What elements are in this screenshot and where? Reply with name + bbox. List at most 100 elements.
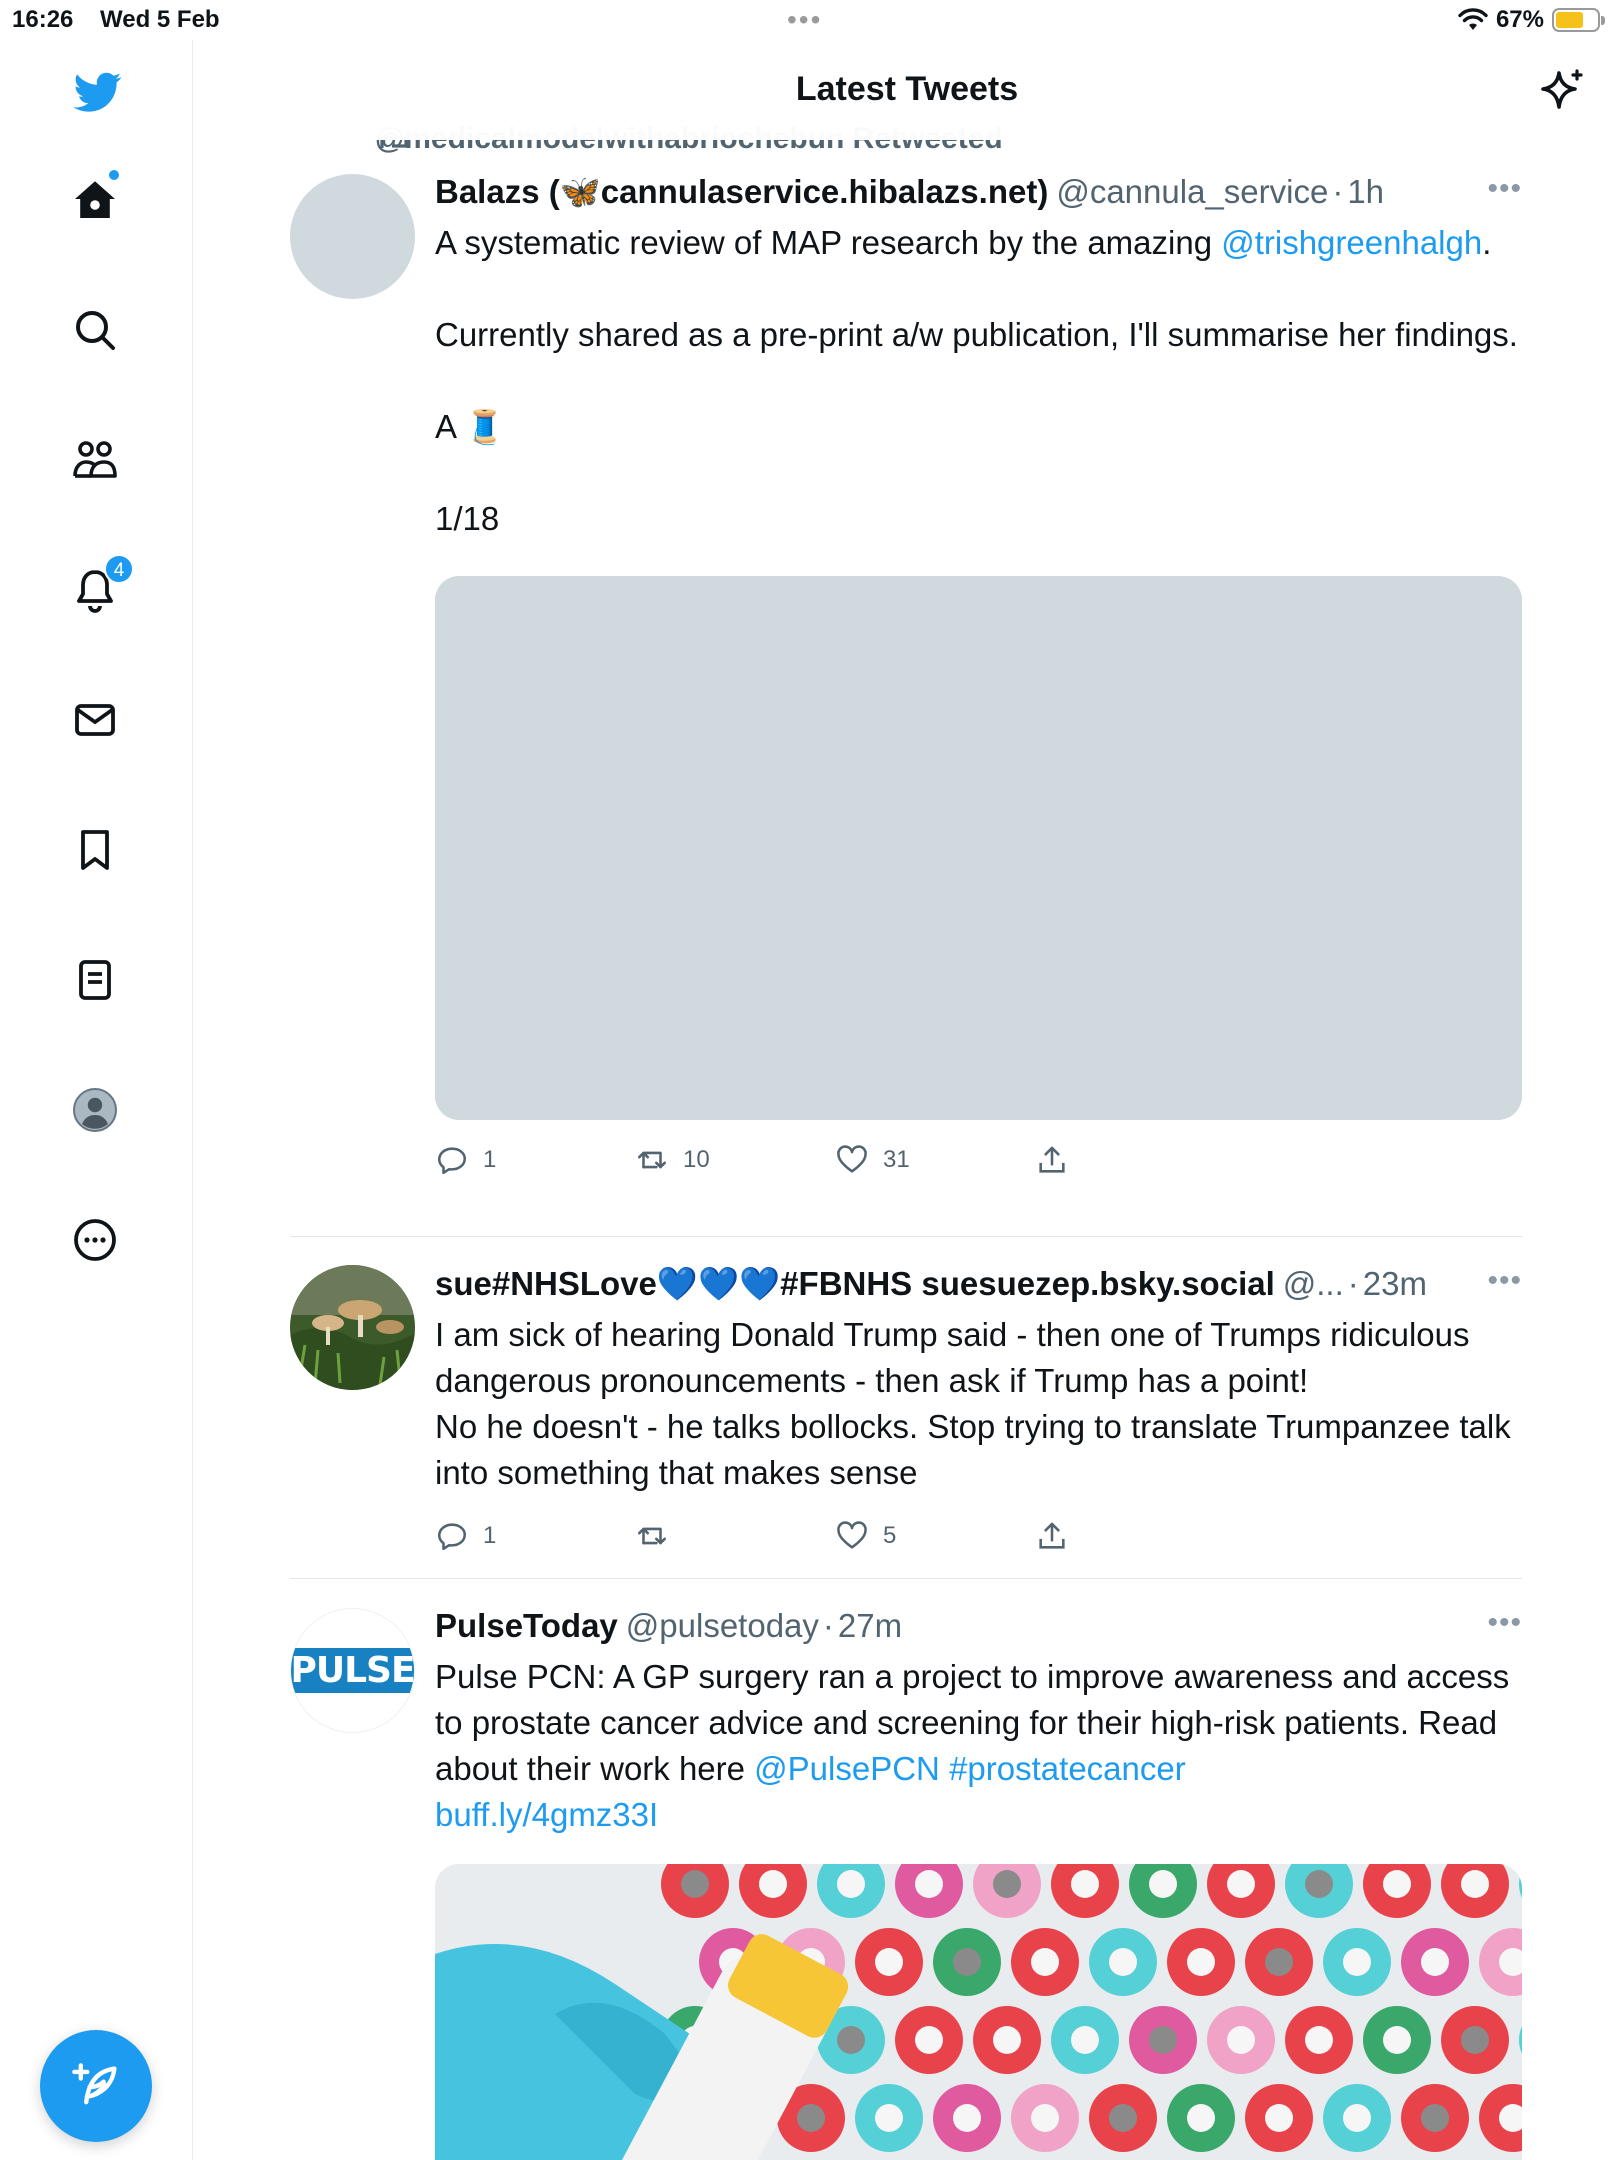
sidebar-item-profile[interactable]: [55, 1070, 135, 1150]
tweet-time[interactable]: 1h: [1347, 170, 1384, 214]
author-name[interactable]: sue#NHSLove💙💙💙#FBNHS suesuezep.bsky.soci…: [435, 1262, 1275, 1306]
twitter-logo-icon[interactable]: [58, 52, 138, 132]
status-date: Wed 5 Feb: [100, 6, 220, 33]
timeline-switch-button[interactable]: [1534, 62, 1592, 120]
compose-icon: [72, 2063, 117, 2105]
tweet-time[interactable]: 23m: [1363, 1262, 1427, 1306]
retweet-icon: [637, 1527, 667, 1545]
author-handle[interactable]: @...: [1283, 1262, 1344, 1306]
more-circle-icon: [74, 1219, 116, 1261]
heart-icon: [837, 1145, 867, 1173]
tube-opening: [1265, 1948, 1293, 1976]
tweet-text: I am sick of hearing Donald Trump said -…: [435, 1316, 1511, 1491]
sidebar-item-home[interactable]: [55, 160, 135, 240]
blood-sample-tubes-photo: [435, 1864, 1522, 2160]
sidebar-item-lists[interactable]: [55, 940, 135, 1020]
tweet-actions: 1 10 31: [435, 1138, 1522, 1182]
search-icon: [76, 311, 115, 350]
avatar[interactable]: [290, 1265, 415, 1390]
retweet-icon: [637, 1151, 667, 1169]
reply-button[interactable]: 1: [435, 1519, 635, 1553]
share-button[interactable]: [1035, 1519, 1235, 1553]
sparkle-icon: [1541, 69, 1583, 109]
status-time: 16:26: [12, 6, 74, 33]
tube-opening: [1265, 2104, 1293, 2132]
reply-count: 1: [483, 1522, 497, 1549]
retweet-count: 10: [683, 1146, 710, 1173]
tube-opening: [1461, 2026, 1489, 2054]
reply-button[interactable]: 1: [435, 1143, 635, 1177]
meta-separator: ·: [1332, 173, 1344, 210]
tube-opening: [1421, 1948, 1449, 1976]
retweet-button[interactable]: [635, 1519, 835, 1553]
multitasking-dots-icon[interactable]: •••: [787, 4, 822, 36]
author-handle[interactable]: @pulsetoday: [626, 1604, 819, 1648]
like-button[interactable]: 31: [835, 1143, 1035, 1177]
reply-icon: [437, 1147, 467, 1175]
tweet-header: sue#NHSLove💙💙💙#FBNHS suesuezep.bsky.soci…: [435, 1262, 1522, 1306]
tweet-divider: [290, 1578, 1522, 1579]
mail-icon: [75, 704, 115, 736]
wifi-icon: [1458, 8, 1488, 30]
tube-opening: [681, 1870, 709, 1898]
tube-opening: [1305, 2026, 1333, 2054]
sidebar-item-bookmarks[interactable]: [55, 810, 135, 890]
more-options-icon[interactable]: •••: [1487, 1264, 1522, 1298]
heart-icon: [837, 1521, 867, 1549]
meta-separator: ·: [1347, 1265, 1359, 1302]
tweet-media[interactable]: [435, 576, 1522, 1120]
battery-fill: [1556, 12, 1583, 28]
author-name[interactable]: Balazs (🦋cannulaservice.hibalazs.net): [435, 170, 1048, 214]
share-button[interactable]: [1035, 1143, 1235, 1177]
mention-link[interactable]: @PulsePCN: [754, 1750, 940, 1787]
avatar[interactable]: PULSE: [290, 1608, 415, 1733]
tweet-media-photo[interactable]: [435, 1864, 1522, 2160]
url-link[interactable]: buff.ly/4gmz33I: [435, 1796, 658, 1833]
tube-opening: [875, 1948, 903, 1976]
avatar[interactable]: [290, 174, 415, 299]
tweet-text-start: A systematic review of MAP research by t…: [435, 224, 1222, 261]
tube-opening: [1461, 1870, 1489, 1898]
sidebar-item-more[interactable]: [55, 1200, 135, 1280]
bookmark-icon: [81, 830, 109, 870]
mention-link[interactable]: @trishgreenhalgh: [1221, 224, 1482, 261]
compose-tweet-button[interactable]: [40, 2030, 152, 2142]
tube-opening: [837, 2026, 865, 2054]
sidebar-item-communities[interactable]: [55, 420, 135, 500]
tweet-text: A systematic review of MAP research by t…: [435, 220, 1522, 542]
tube-opening: [875, 2104, 903, 2132]
tube-opening: [953, 1948, 981, 1976]
home-icon: [75, 181, 115, 218]
tube-opening: [953, 2104, 981, 2132]
sidebar-item-notifications[interactable]: 4: [55, 550, 135, 630]
tube-opening: [1149, 2026, 1177, 2054]
sidebar-item-explore[interactable]: [55, 290, 135, 370]
tube-opening: [1109, 1948, 1137, 1976]
tube-opening: [759, 1870, 787, 1898]
tube-opening: [915, 2026, 943, 2054]
retweet-button[interactable]: 10: [635, 1143, 835, 1177]
tweet-text: Pulse PCN: A GP surgery ran a project to…: [435, 1654, 1522, 1838]
sidebar-item-messages[interactable]: [55, 680, 135, 760]
avatar-photo-mushrooms: [290, 1265, 415, 1390]
tube-opening: [1421, 2104, 1449, 2132]
tube-opening: [1031, 2104, 1059, 2132]
author-name[interactable]: PulseToday: [435, 1604, 618, 1648]
sidebar: 4: [0, 40, 193, 2160]
tube-opening: [1305, 1870, 1333, 1898]
tube-opening: [993, 1870, 1021, 1898]
tube-opening: [1149, 1870, 1177, 1898]
tube-opening: [1383, 1870, 1411, 1898]
hashtag-link[interactable]: #prostatecancer: [949, 1750, 1186, 1787]
status-bar: 16:26 Wed 5 Feb ••• 67%: [0, 0, 1620, 40]
more-options-icon[interactable]: •••: [1487, 172, 1522, 206]
like-button[interactable]: 5: [835, 1519, 1035, 1553]
tube-opening: [1227, 2026, 1255, 2054]
tweet-time[interactable]: 27m: [838, 1604, 902, 1648]
more-options-icon[interactable]: •••: [1487, 1606, 1522, 1640]
like-count: 31: [883, 1146, 910, 1173]
tube-opening: [797, 2104, 825, 2132]
author-handle[interactable]: @cannula_service: [1056, 170, 1328, 214]
share-icon: [1039, 1146, 1065, 1173]
avatar-icon: [73, 1088, 117, 1132]
